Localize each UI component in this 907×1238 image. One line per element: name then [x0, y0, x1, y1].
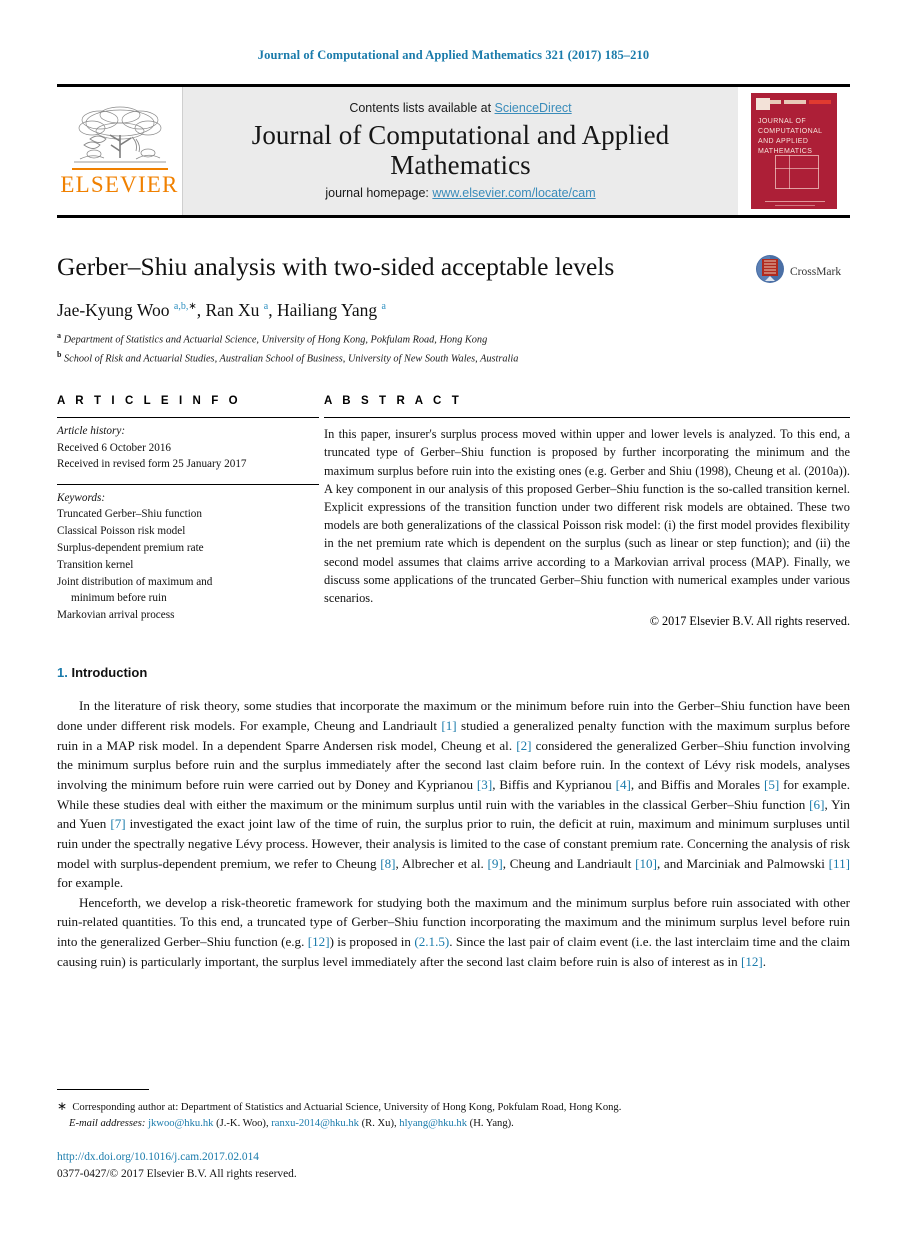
email-addresses-note: E-mail addresses: jkwoo@hku.hk (J.-K. Wo… [69, 1118, 514, 1130]
journal-cover-image: JOURNAL OF COMPUTATIONAL AND APPLIED MAT… [751, 93, 837, 209]
affiliation-list: a Department of Statistics and Actuarial… [57, 330, 750, 367]
cover-bottom-rule-2 [775, 205, 815, 206]
author-list: Jae-Kyung Woo a,b,∗, Ran Xu a, Hailiang … [57, 300, 386, 321]
elsevier-logo-cell: ELSEVIER [57, 87, 183, 215]
journal-masthead: ELSEVIER Contents lists available at Sci… [57, 84, 850, 218]
affiliation-text: Department of Statistics and Actuarial S… [63, 334, 488, 346]
abstract-copyright: © 2017 Elsevier B.V. All rights reserved… [649, 614, 850, 629]
affiliation-mark: a [57, 331, 61, 341]
keywords-group: Keywords: Truncated Gerber–Shiu function… [57, 485, 319, 624]
crossmark-badge[interactable]: CrossMark [755, 254, 850, 289]
page-title: Gerber–Shiu analysis with two-sided acce… [57, 252, 615, 281]
elsevier-tree-icon [70, 105, 170, 167]
contents-prefix: Contents lists available at [349, 100, 495, 115]
keyword-item: Joint distribution of maximum and [57, 575, 213, 588]
abstract-heading: A B S T R A C T [324, 395, 463, 408]
cover-bottom-rule [765, 201, 825, 202]
journal-info-cell: Contents lists available at ScienceDirec… [183, 87, 738, 215]
journal-homepage-line: journal homepage: www.elsevier.com/locat… [325, 186, 595, 200]
abstract-text: In this paper, insurer's surplus process… [324, 427, 850, 606]
keyword-item: minimum before ruin [71, 592, 167, 605]
keyword-item: Surplus-dependent premium rate [57, 541, 204, 554]
cover-title-text: JOURNAL OF COMPUTATIONAL AND APPLIED MAT… [758, 118, 823, 156]
affiliation-item: b School of Risk and Actuarial Studies, … [57, 349, 750, 367]
introduction-title: Introduction [71, 665, 148, 681]
introduction-paragraph-2: Henceforth, we develop a risk-theoretic … [57, 894, 851, 969]
journal-title: Journal of Computational and Applied Mat… [251, 119, 670, 181]
journal-cover-cell: JOURNAL OF COMPUTATIONAL AND APPLIED MAT… [738, 87, 850, 215]
keyword-item: Truncated Gerber–Shiu function [57, 508, 202, 521]
affiliation-mark: b [57, 349, 62, 359]
affiliation-item: a Department of Statistics and Actuarial… [57, 330, 750, 348]
journal-homepage-link[interactable]: www.elsevier.com/locate/cam [432, 186, 595, 200]
introduction-number: 1. [57, 665, 68, 681]
affiliation-text: School of Risk and Actuarial Studies, Au… [64, 353, 519, 365]
issn-copyright-line: 0377-0427/© 2017 Elsevier B.V. All right… [57, 1167, 297, 1180]
crossmark-label: CrossMark [790, 265, 842, 278]
elsevier-rule [71, 167, 168, 170]
crossmark-icon [755, 254, 785, 289]
info-abstract-row: A R T I C L E I N F O Article history: R… [57, 395, 850, 629]
introduction-heading: 1. Introduction [57, 665, 850, 680]
article-info-column: A R T I C L E I N F O Article history: R… [57, 395, 319, 629]
article-history-item: Received 6 October 2016 [57, 441, 172, 454]
article-page: Journal of Computational and Applied Mat… [0, 0, 907, 1238]
keyword-item: Transition kernel [57, 558, 134, 571]
footnote-block: ∗ Corresponding author at: Department of… [57, 1088, 850, 1183]
elsevier-wordmark: ELSEVIER [60, 171, 179, 197]
introduction-paragraph-1: In the literature of risk theory, some s… [57, 698, 851, 891]
keywords-list: Truncated Gerber–Shiu function Classical… [57, 506, 319, 624]
doi-link[interactable]: http://dx.doi.org/10.1016/j.cam.2017.02.… [57, 1149, 850, 1166]
keyword-item: Classical Poisson risk model [57, 525, 186, 538]
running-head: Journal of Computational and Applied Mat… [257, 48, 650, 62]
keyword-item: Markovian arrival process [57, 609, 175, 622]
article-history-item: Received in revised form 25 January 2017 [57, 458, 247, 471]
sciencedirect-link[interactable]: ScienceDirect [495, 101, 572, 115]
title-block: Gerber–Shiu analysis with two-sided acce… [57, 252, 850, 367]
cover-elsevier-mark [756, 98, 770, 110]
keywords-label: Keywords: [57, 491, 106, 504]
footnote-rule [57, 1088, 149, 1090]
article-history-group: Article history: Received 6 October 2016… [57, 418, 319, 473]
abstract-column: A B S T R A C T In this paper, insurer's… [319, 395, 850, 629]
article-history-label: Article history: [57, 425, 126, 438]
introduction-section: 1. Introduction In the literature of ris… [57, 665, 850, 971]
corresponding-author-note: ∗ Corresponding author at: Department of… [57, 1098, 622, 1113]
cover-figure-graphic [775, 155, 819, 189]
homepage-prefix: journal homepage: [325, 185, 433, 200]
contents-list-line: Contents lists available at ScienceDirec… [349, 101, 571, 115]
article-info-heading: A R T I C L E I N F O [57, 395, 242, 408]
